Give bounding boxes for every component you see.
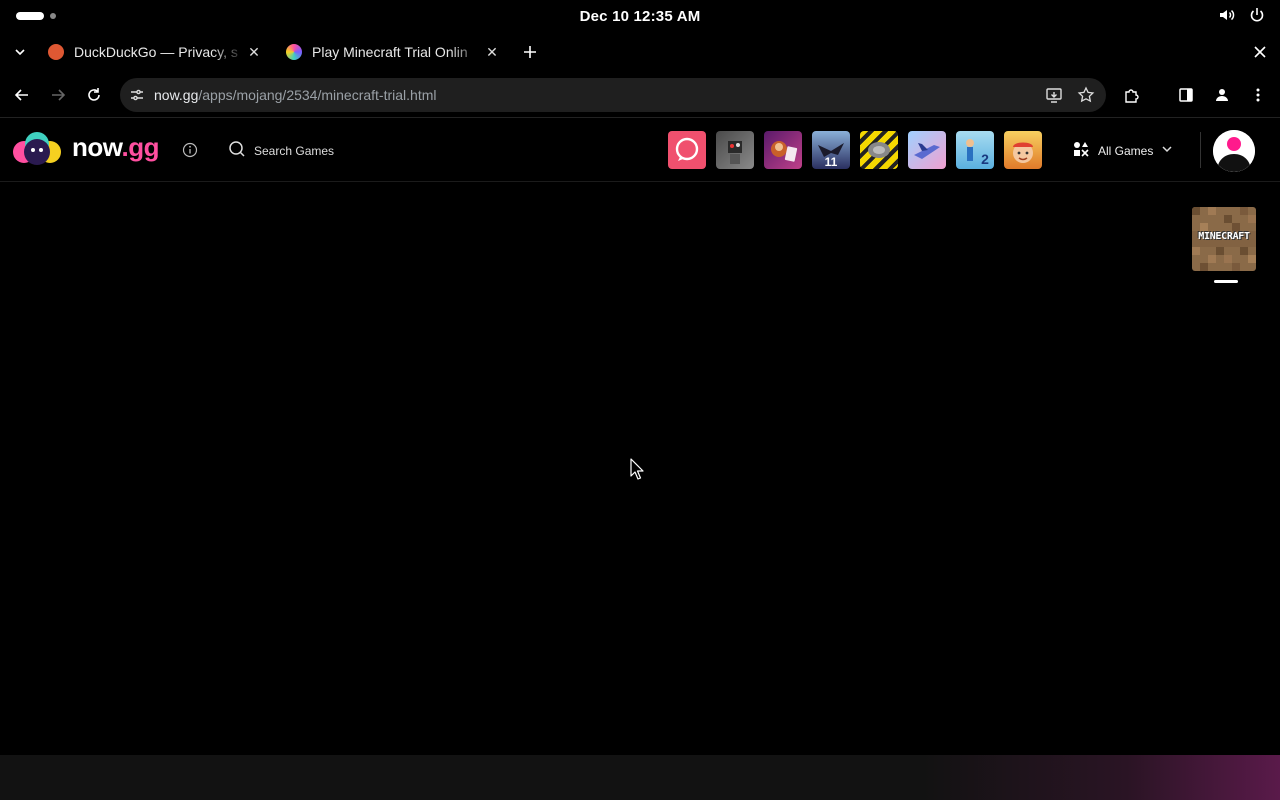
all-games-dropdown[interactable]: All Games [1072,140,1173,161]
site-header: now.gg Search Games 11 2 All Games [0,118,1280,182]
tab-title: DuckDuckGo — Privacy, s [74,44,238,60]
dragon-game-icon[interactable]: 11 [812,131,850,169]
brand-main: now [72,132,122,162]
more-menu-icon[interactable] [1246,83,1270,107]
system-top-bar: Dec 10 12:35 AM [0,0,1280,32]
nowgg-favicon-icon [286,44,302,60]
active-app-indicator [1214,280,1238,283]
minecraft-thumbnail-label: MINECRAFT [1198,231,1250,242]
search-games-label: Search Games [254,143,335,158]
tab-minecraft-trial[interactable]: Play Minecraft Trial Onlin ✕ [278,36,508,68]
bookmark-star-icon[interactable] [1076,85,1096,105]
cards-game-icon[interactable] [764,131,802,169]
user-avatar-icon[interactable] [1213,130,1255,172]
url-host: now.gg [154,87,199,103]
inactive-workspace-dot [50,13,56,19]
workspace-indicator[interactable] [16,12,56,20]
power-icon[interactable] [1248,6,1266,24]
info-icon[interactable] [182,142,198,158]
chevron-down-icon [1161,143,1173,158]
header-divider [1200,132,1201,168]
browser-toolbar: now.gg/apps/mojang/2534/minecraft-trial.… [0,72,1280,118]
system-clock[interactable]: Dec 10 12:35 AM [580,8,701,25]
brand-accent: .gg [121,132,160,162]
close-tab-icon[interactable]: ✕ [246,44,262,60]
site-info-tune-icon[interactable] [120,78,154,112]
system-tray[interactable] [1218,6,1266,24]
reload-icon[interactable] [82,83,106,107]
featured-games-row: 11 2 [668,131,1042,169]
mouse-pointer-icon [630,458,644,480]
all-games-label: All Games [1098,143,1154,158]
tab-duckduckgo[interactable]: DuckDuckGo — Privacy, s ✕ [40,36,270,68]
game-stream-area[interactable]: MINECRAFT [0,183,1280,755]
minecraft-app-thumbnail[interactable]: MINECRAFT [1192,207,1256,271]
url-path: /apps/mojang/2534/minecraft-trial.html [198,87,437,103]
search-games[interactable]: Search Games [228,140,334,161]
extensions-puzzle-icon[interactable] [1120,83,1144,107]
chat-app-icon[interactable] [668,131,706,169]
install-app-icon[interactable] [1044,85,1064,105]
side-panel-icon[interactable] [1174,83,1198,107]
racing-game-icon[interactable] [860,131,898,169]
plane-game-icon[interactable] [908,131,946,169]
all-games-grid-icon [1072,140,1090,161]
brand-wordmark[interactable]: now.gg [72,132,160,163]
close-tab-icon[interactable]: ✕ [484,44,500,60]
profile-person-icon[interactable] [1210,83,1234,107]
tab-search-chevron-icon[interactable] [10,42,30,62]
window-close-icon[interactable] [1250,42,1270,62]
url-text[interactable]: now.gg/apps/mojang/2534/minecraft-trial.… [154,87,436,103]
chef-game-icon[interactable] [1004,131,1042,169]
back-arrow-icon[interactable] [10,83,34,107]
svg-text:2: 2 [981,151,989,167]
address-bar[interactable]: now.gg/apps/mojang/2534/minecraft-trial.… [120,78,1106,112]
volume-icon[interactable] [1218,6,1236,24]
nowgg-logo-icon[interactable] [12,130,62,170]
robot-game-icon[interactable] [716,131,754,169]
forward-arrow-icon[interactable] [46,83,70,107]
active-workspace-pill [16,12,44,20]
duckduckgo-favicon-icon [48,44,64,60]
bottom-control-bar [0,755,1280,800]
search-icon [228,140,246,161]
tab-title: Play Minecraft Trial Onlin [312,44,468,60]
puzzle-2-game-icon[interactable]: 2 [956,131,994,169]
new-tab-plus-icon[interactable] [520,42,540,62]
browser-tab-strip: DuckDuckGo — Privacy, s ✕ Play Minecraft… [0,32,1280,72]
svg-text:11: 11 [825,155,838,169]
